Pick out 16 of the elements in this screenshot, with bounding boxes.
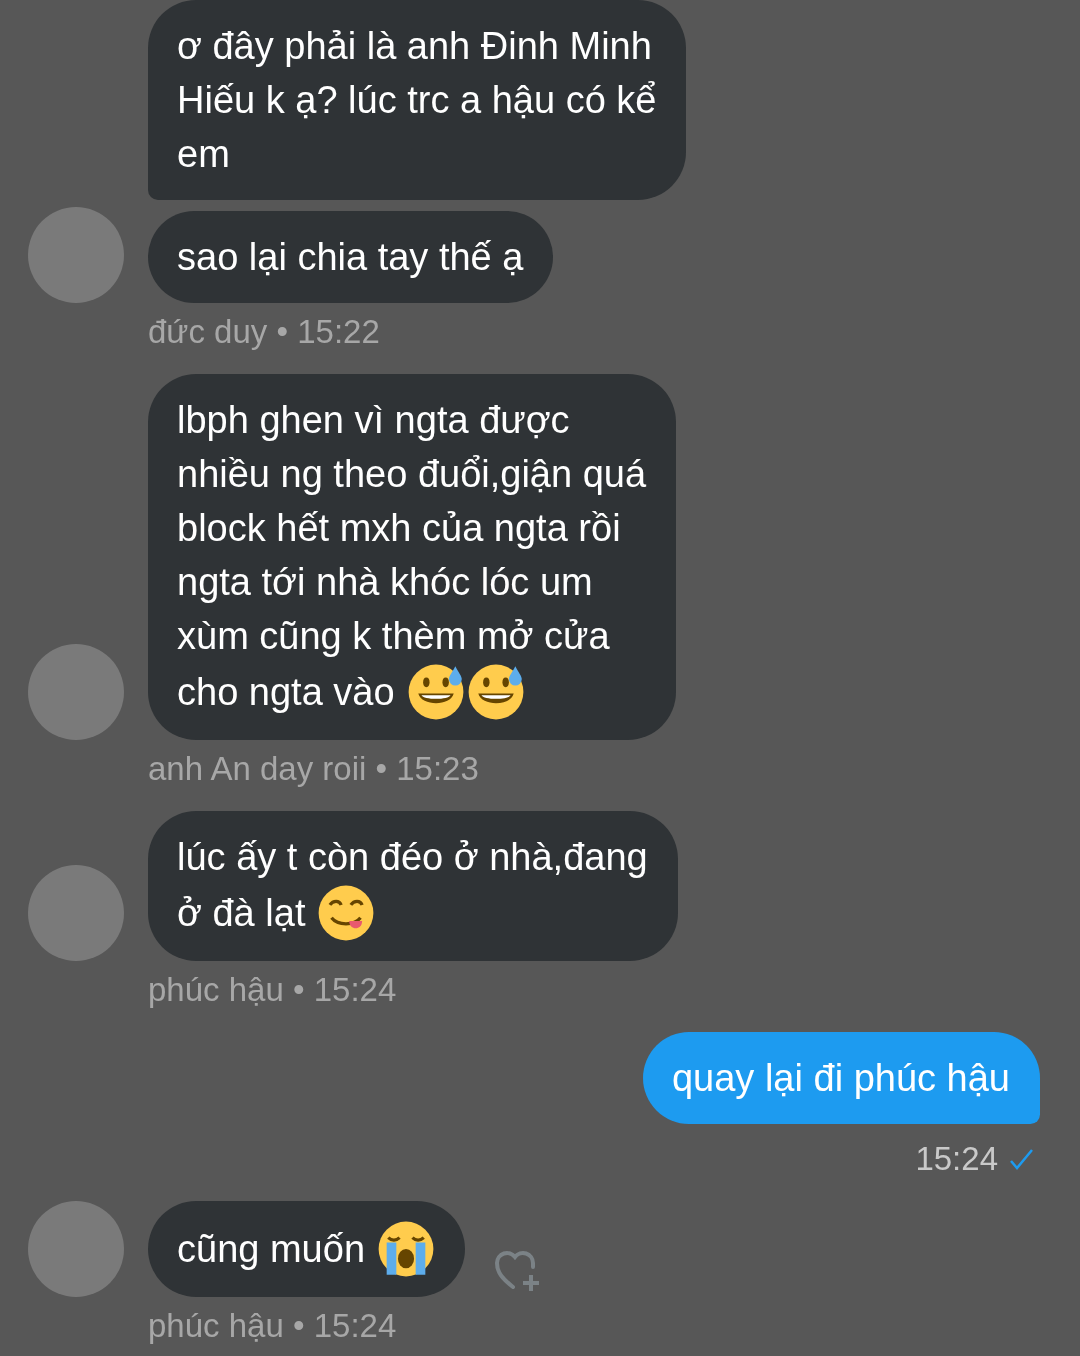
message-text: lúc ấy t còn đéo ở nhà,đang [177, 835, 648, 880]
message-text: quay lại đi phúc hậu [671, 1056, 1010, 1101]
sender-time: anh An day roii • 15:23 [148, 749, 479, 789]
message-time: 15:24 [915, 1139, 998, 1179]
sender-time: phúc hậu • 15:24 [148, 970, 397, 1010]
sender-time: phúc hậu • 15:24 [148, 1306, 397, 1346]
message-text: ơ đây phải là anh Đinh Minh Hiếu k ạ? lúc trc a hậu có kể em [177, 24, 657, 177]
message-text: cho ngta vào [177, 670, 395, 715]
sender-time: đức duy • 15:22 [148, 312, 380, 352]
message-text: ở đà lạt [177, 891, 306, 936]
grinning-sweat-face-icon [466, 663, 525, 721]
message-text: sao lại chia tay thế ạ [177, 235, 524, 280]
grinning-sweat-face-icon [406, 663, 465, 721]
tongue-out-face-icon [317, 884, 376, 942]
message-text: cũng muốn [177, 1227, 365, 1272]
crying-face-icon [377, 1220, 435, 1278]
